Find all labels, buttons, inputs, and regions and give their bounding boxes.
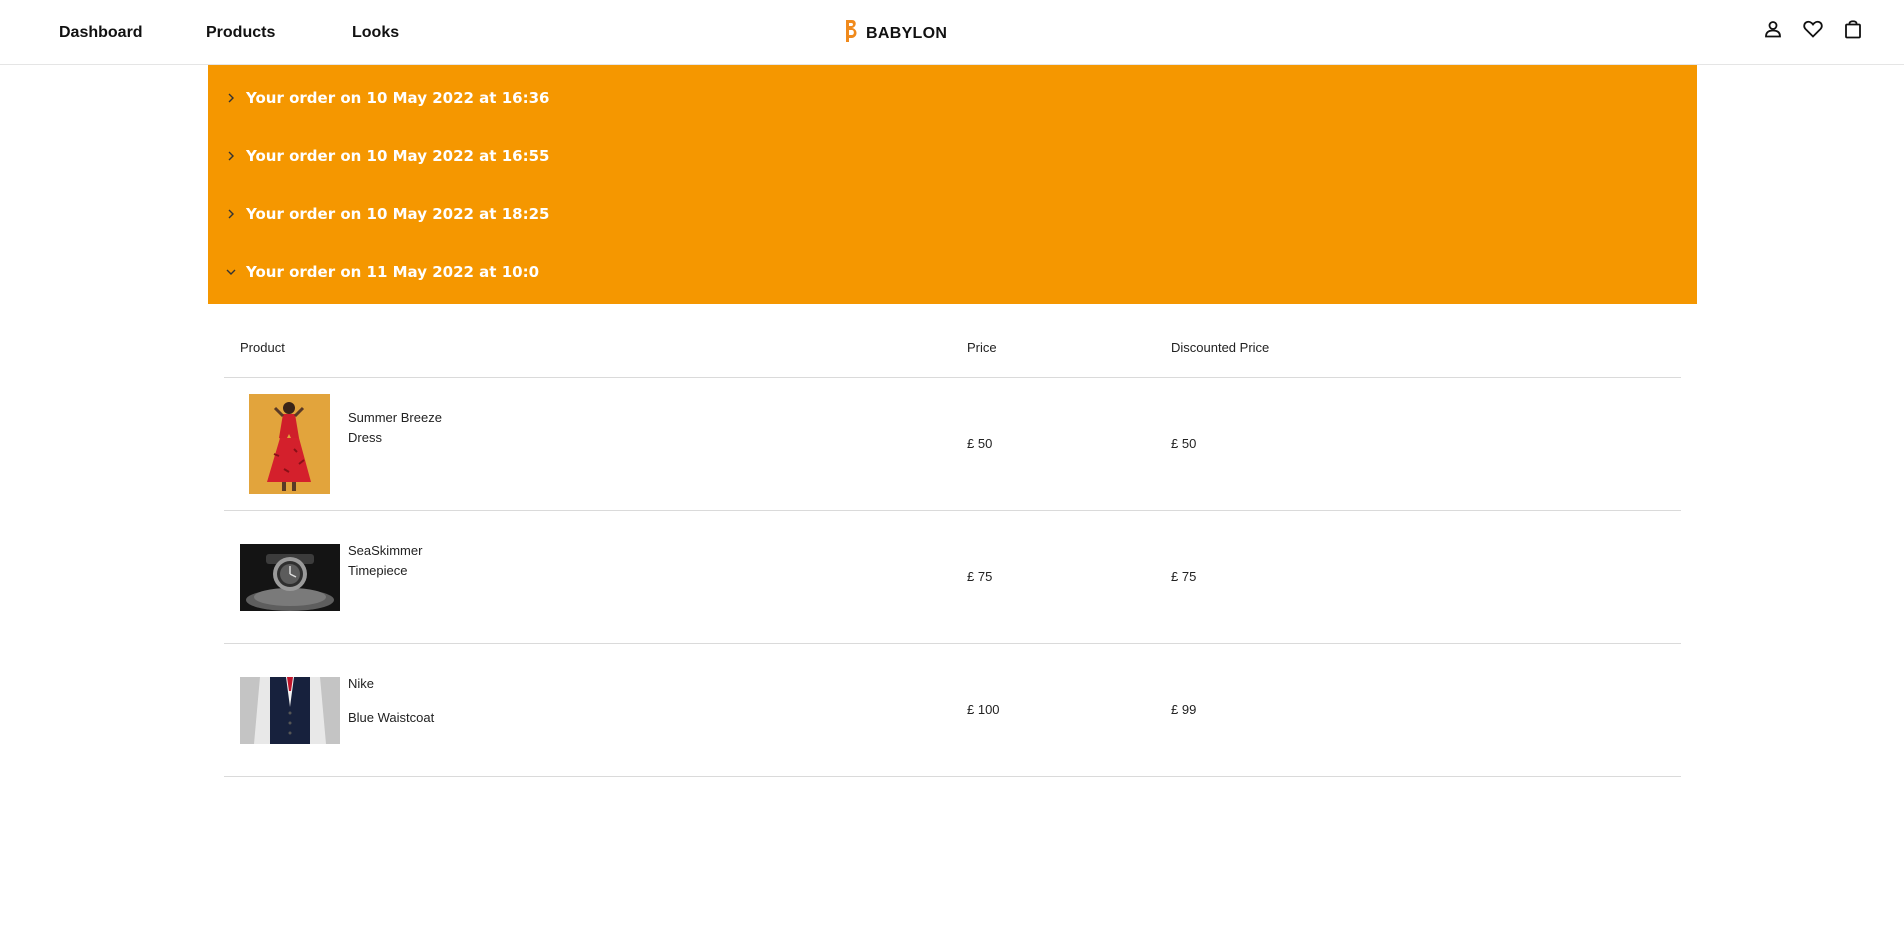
nav-products[interactable]: Products bbox=[206, 24, 275, 42]
product-image[interactable] bbox=[240, 544, 340, 611]
orders-accordion: Your order on 10 May 2022 at 16:36 Your … bbox=[208, 65, 1697, 304]
order-label: Your order on 10 May 2022 at 16:55 bbox=[246, 147, 550, 165]
order-label: Your order on 11 May 2022 at 10:0 bbox=[246, 263, 540, 281]
order-header[interactable]: Your order on 10 May 2022 at 18:25 bbox=[208, 194, 1697, 234]
product-name[interactable]: Summer Breeze bbox=[348, 408, 442, 428]
nav-looks[interactable]: Looks bbox=[352, 24, 399, 42]
shopping-bag-icon[interactable] bbox=[1842, 18, 1864, 40]
order-header[interactable]: Your order on 10 May 2022 at 16:36 bbox=[208, 78, 1697, 118]
product-discounted-price: £ 99 bbox=[1171, 702, 1197, 717]
order-label: Your order on 10 May 2022 at 16:36 bbox=[246, 89, 550, 107]
chevron-right-icon bbox=[225, 92, 237, 104]
nav-dashboard[interactable]: Dashboard bbox=[59, 24, 143, 42]
brand-logo[interactable]: BABYLON bbox=[842, 18, 947, 49]
heart-icon[interactable] bbox=[1802, 18, 1824, 40]
user-icon[interactable] bbox=[1762, 18, 1784, 40]
table-row: SeaSkimmer Timepiece £ 75 £ 75 bbox=[224, 511, 1681, 644]
table-row: Summer Breeze Dress £ 50 £ 50 bbox=[224, 378, 1681, 511]
chevron-right-icon bbox=[225, 208, 237, 220]
order-header[interactable]: Your order on 10 May 2022 at 16:55 bbox=[208, 136, 1697, 176]
product-name[interactable]: Timepiece bbox=[348, 561, 407, 581]
top-header: Dashboard Products Looks BABYLON bbox=[0, 0, 1904, 65]
product-image[interactable] bbox=[240, 677, 340, 744]
order-label: Your order on 10 May 2022 at 18:25 bbox=[246, 205, 550, 223]
order-items-table: Product Price Discounted Price Summer Br… bbox=[224, 310, 1681, 777]
chevron-right-icon bbox=[225, 150, 237, 162]
product-image[interactable] bbox=[249, 394, 330, 494]
product-price: £ 75 bbox=[967, 569, 993, 584]
product-name[interactable]: SeaSkimmer bbox=[348, 541, 422, 561]
product-price: £ 100 bbox=[967, 702, 1000, 717]
column-header-discounted-price: Discounted Price bbox=[1171, 340, 1270, 355]
product-discounted-price: £ 50 bbox=[1171, 436, 1197, 451]
header-actions bbox=[1762, 18, 1864, 40]
order-header-expanded[interactable]: Your order on 11 May 2022 at 10:0 bbox=[208, 252, 1697, 292]
product-name[interactable]: Blue Waistcoat bbox=[348, 708, 434, 728]
product-name[interactable]: Dress bbox=[348, 428, 382, 448]
product-discounted-price: £ 75 bbox=[1171, 569, 1197, 584]
table-row: Nike Blue Waistcoat £ 100 £ 99 bbox=[224, 644, 1681, 777]
product-price: £ 50 bbox=[967, 436, 993, 451]
product-brand[interactable]: Nike bbox=[348, 674, 374, 694]
chevron-down-icon bbox=[225, 266, 237, 278]
table-header: Product Price Discounted Price bbox=[224, 310, 1681, 378]
brand-name: BABYLON bbox=[866, 24, 948, 42]
column-header-price: Price bbox=[967, 340, 997, 355]
column-header-product: Product bbox=[240, 340, 285, 355]
babylon-logo-icon bbox=[842, 18, 860, 49]
